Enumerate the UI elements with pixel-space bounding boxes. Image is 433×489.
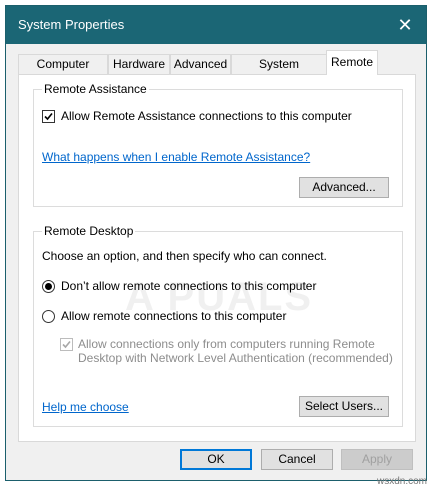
system-properties-dialog: System Properties ✕ Computer Name Hardwa…: [5, 5, 427, 481]
remote-assistance-help-link[interactable]: What happens when I enable Remote Assist…: [42, 150, 310, 164]
allow-remote-assistance-checkbox[interactable]: [42, 110, 55, 123]
help-me-choose-link[interactable]: Help me choose: [42, 400, 129, 414]
remote-assistance-group: Remote Assistance Allow Remote Assistanc…: [33, 82, 403, 207]
allow-remote-label[interactable]: Allow remote connections to this compute…: [61, 309, 286, 323]
remote-desktop-group: Remote Desktop Choose an option, and the…: [33, 224, 403, 427]
source-credit: wsxdn.com: [376, 476, 427, 487]
window-title: System Properties: [18, 17, 125, 32]
tab-advanced[interactable]: Advanced: [170, 54, 231, 74]
allow-remote-radio[interactable]: [42, 310, 55, 323]
checkmark-icon: [62, 340, 71, 349]
nla-label-line1: Allow connections only from computers ru…: [78, 337, 375, 351]
apply-button[interactable]: Apply: [341, 449, 413, 470]
select-users-button[interactable]: Select Users...: [299, 396, 389, 417]
dont-allow-remote-radio[interactable]: [42, 280, 55, 293]
cancel-button[interactable]: Cancel: [261, 449, 333, 470]
tab-panel-remote: A PUALS Remote Assistance Allow Remote A…: [18, 74, 416, 442]
nla-label-line2: Desktop with Network Level Authenticatio…: [78, 351, 393, 365]
radio-selected-dot: [45, 283, 52, 290]
dont-allow-remote-label[interactable]: Don’t allow remote connections to this c…: [61, 279, 316, 293]
remote-desktop-group-label: Remote Desktop: [42, 224, 136, 238]
tab-hardware[interactable]: Hardware: [108, 54, 170, 74]
remote-desktop-instruction: Choose an option, and then specify who c…: [42, 249, 327, 263]
title-bar[interactable]: System Properties ✕: [6, 6, 426, 44]
advanced-button[interactable]: Advanced...: [299, 177, 389, 198]
checkmark-icon: [44, 112, 53, 121]
allow-remote-assistance-label[interactable]: Allow Remote Assistance connections to t…: [61, 109, 352, 123]
tab-system-protection[interactable]: System Protection: [231, 54, 327, 90]
nla-checkbox[interactable]: [60, 338, 73, 351]
close-icon[interactable]: ✕: [392, 12, 418, 38]
remote-assistance-group-label: Remote Assistance: [42, 82, 149, 96]
ok-button[interactable]: OK: [180, 449, 252, 470]
tab-computer-name[interactable]: Computer Name: [18, 54, 108, 90]
tab-remote[interactable]: Remote: [326, 50, 378, 75]
